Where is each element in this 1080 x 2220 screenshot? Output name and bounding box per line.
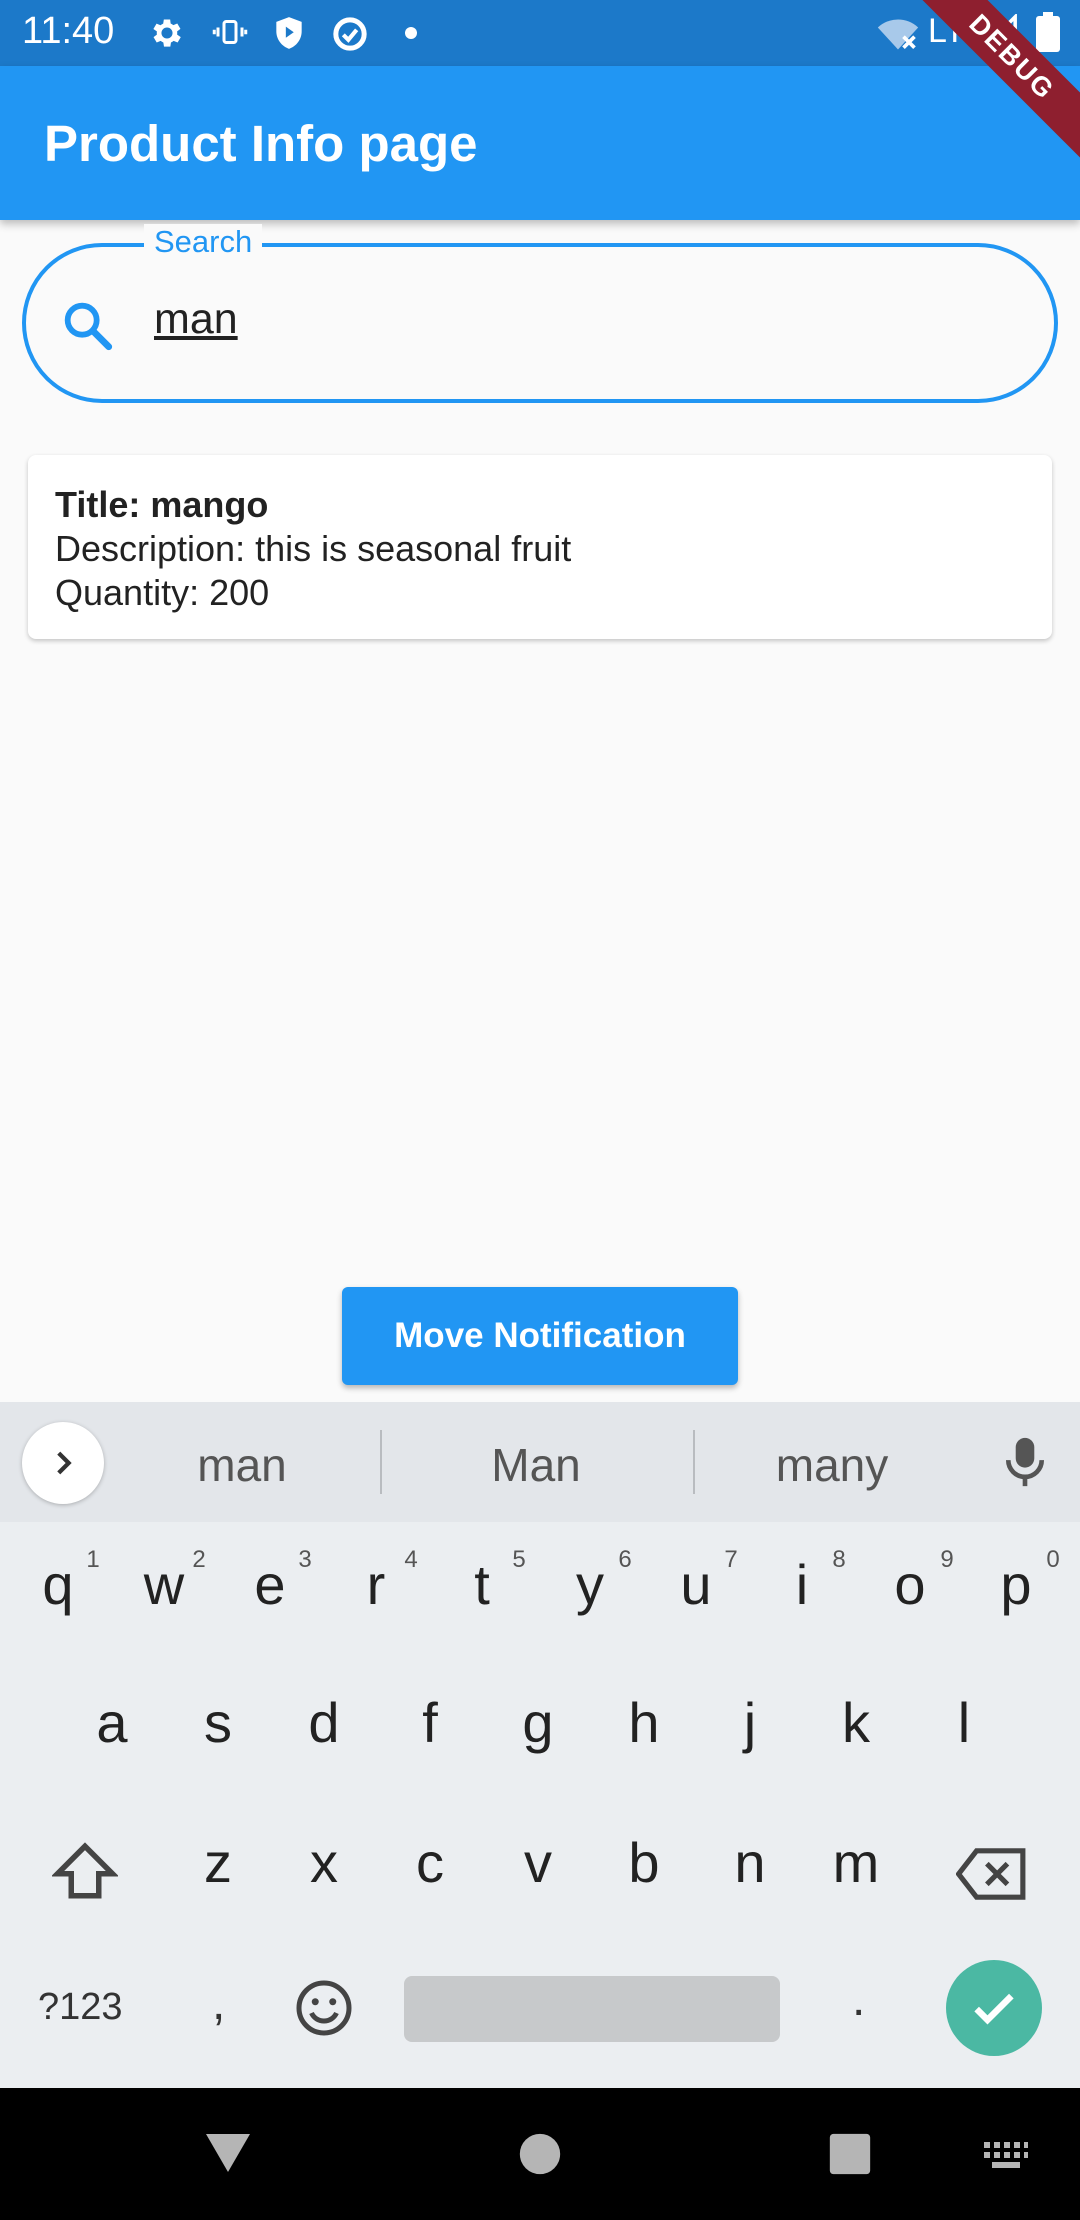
key-hint: 0: [1046, 1546, 1060, 1573]
shift-icon[interactable]: [50, 1840, 120, 1907]
checkmark-icon: [974, 1993, 1014, 2025]
vibrate-icon: [212, 14, 248, 55]
key-s[interactable]: s: [168, 1690, 268, 1755]
suggestion-item[interactable]: Man: [406, 1438, 666, 1492]
enter-button[interactable]: [946, 1960, 1042, 2056]
status-bar: 11:40 LTE: [0, 0, 1080, 66]
key-v[interactable]: v: [488, 1830, 588, 1895]
key-n[interactable]: n: [700, 1830, 800, 1895]
navigation-bar: [0, 2088, 1080, 2220]
key-hint: 7: [724, 1546, 738, 1573]
key-l[interactable]: l: [914, 1690, 1014, 1755]
key-hint: 6: [618, 1546, 632, 1573]
product-title: Title: mango: [55, 484, 269, 525]
product-description: Description: this is seasonal fruit: [55, 528, 572, 569]
suggestion-item[interactable]: many: [702, 1438, 962, 1492]
divider: [693, 1430, 695, 1494]
key-hint: 2: [192, 1546, 206, 1573]
suggestion-item[interactable]: man: [112, 1438, 372, 1492]
soft-keyboard: man Man many q w e r t y u i o p 1 2 3 4…: [0, 1402, 1080, 2088]
product-card[interactable]: Title: mango Description: this is season…: [28, 455, 1052, 639]
microphone-icon[interactable]: [1002, 1436, 1048, 1493]
wifi-off-icon: [876, 14, 920, 57]
key-hint: 1: [86, 1546, 100, 1573]
key-hint: 4: [404, 1546, 418, 1573]
key-f[interactable]: f: [380, 1690, 480, 1755]
backspace-icon[interactable]: [955, 1848, 1028, 1905]
comma-key[interactable]: ,: [212, 1976, 225, 2031]
search-icon: [58, 296, 116, 359]
back-icon[interactable]: [204, 2130, 252, 2179]
move-notification-button[interactable]: Move Notification: [342, 1287, 738, 1385]
emoji-icon[interactable]: [294, 1978, 354, 2043]
shield-icon: [270, 14, 308, 57]
suggestion-strip: man Man many: [0, 1402, 1080, 1522]
gear-icon: [148, 14, 186, 57]
divider: [380, 1430, 382, 1494]
key-d[interactable]: d: [274, 1690, 374, 1755]
key-z[interactable]: z: [168, 1830, 268, 1895]
space-bar[interactable]: [404, 1976, 780, 2042]
product-quantity: Quantity: 200: [55, 572, 270, 613]
key-g[interactable]: g: [488, 1690, 588, 1755]
key-hint: 3: [298, 1546, 312, 1573]
recents-icon[interactable]: [828, 2132, 872, 2181]
key-k[interactable]: k: [806, 1690, 906, 1755]
key-b[interactable]: b: [594, 1830, 694, 1895]
period-key[interactable]: .: [852, 1972, 865, 2027]
key-c[interactable]: c: [380, 1830, 480, 1895]
dot-icon: [404, 26, 418, 45]
data-saver-icon: [330, 14, 370, 59]
key-j[interactable]: j: [700, 1690, 800, 1755]
app-bar: Product Info page: [0, 66, 1080, 220]
page-title: Product Info page: [44, 115, 478, 172]
symbols-key[interactable]: ?123: [38, 1986, 123, 2029]
key-m[interactable]: m: [806, 1830, 906, 1895]
key-hint: 8: [832, 1546, 846, 1573]
expand-suggestions-button[interactable]: [22, 1422, 104, 1504]
key-x[interactable]: x: [274, 1830, 374, 1895]
key-hint: 5: [512, 1546, 526, 1573]
status-time: 11:40: [22, 10, 115, 52]
key-a[interactable]: a: [62, 1690, 162, 1755]
key-h[interactable]: h: [594, 1690, 694, 1755]
home-icon[interactable]: [518, 2132, 562, 2181]
debug-banner: DEBUG: [920, 0, 1080, 160]
search-input-value[interactable]: man: [154, 295, 238, 344]
key-hint: 9: [940, 1546, 954, 1573]
debug-banner-container: DEBUG: [920, 0, 1080, 160]
keyboard-switch-icon[interactable]: [982, 2140, 1030, 2177]
search-label: Search: [144, 224, 263, 260]
